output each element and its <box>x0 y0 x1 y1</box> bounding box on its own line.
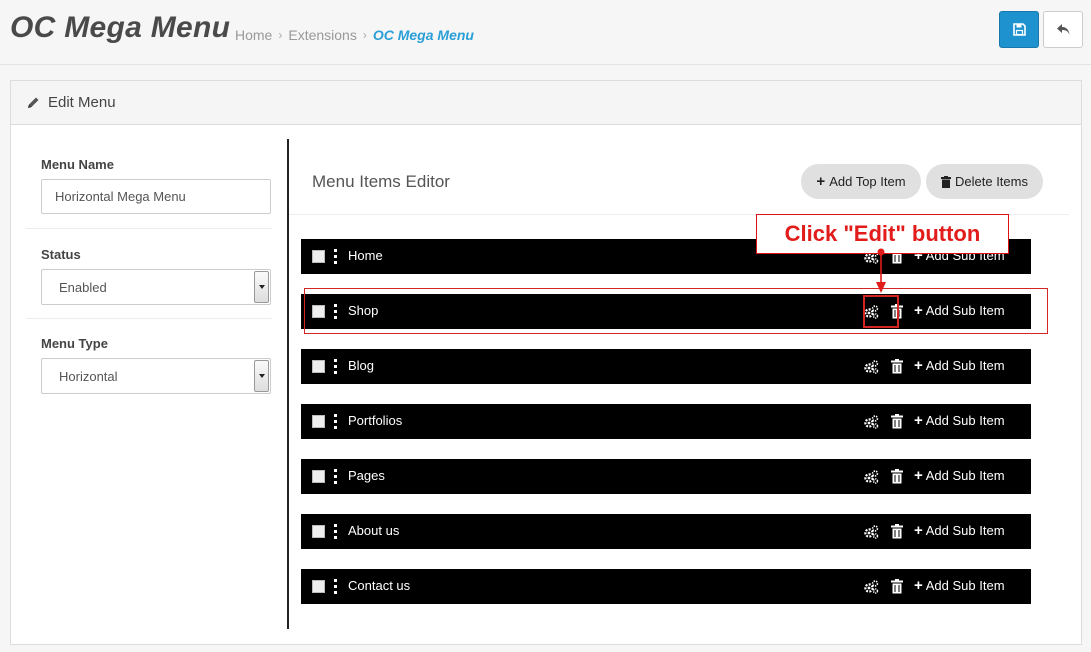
menu-item-label: Pages <box>348 468 385 483</box>
panel-heading-label: Edit Menu <box>48 94 116 111</box>
status-select[interactable]: Enabled <box>41 269 271 305</box>
menu-item-label: Shop <box>348 303 379 318</box>
breadcrumb-current[interactable]: OC Mega Menu <box>373 27 474 43</box>
gears-edit-icon[interactable] <box>863 469 879 485</box>
add-sub-item-label: Add Sub Item <box>925 578 1005 593</box>
panel-heading: Edit Menu <box>11 81 1081 125</box>
arrow-down-icon <box>876 248 886 293</box>
column-divider <box>287 139 289 629</box>
item-checkbox[interactable] <box>312 580 325 593</box>
add-sub-item-button[interactable]: + Add Sub Item <box>914 303 1005 318</box>
breadcrumb-home[interactable]: Home <box>235 27 272 43</box>
gears-edit-icon[interactable] <box>863 359 879 375</box>
menu-item-label: Contact us <box>348 578 411 593</box>
trash-icon[interactable] <box>891 469 903 484</box>
plus-icon: + <box>816 173 826 190</box>
item-checkbox[interactable] <box>312 415 325 428</box>
editor-title: Menu Items Editor <box>312 172 450 191</box>
delete-items-button[interactable]: Delete Items <box>926 164 1043 199</box>
page-title: OC Mega Menu <box>10 11 231 44</box>
drag-handle-icon[interactable] <box>334 249 337 264</box>
add-sub-item-button[interactable]: + Add Sub Item <box>914 358 1005 373</box>
gears-edit-icon[interactable] <box>863 414 879 430</box>
breadcrumb-separator: › <box>362 28 367 42</box>
chevron-down-icon[interactable] <box>254 360 269 392</box>
plus-icon: + <box>914 522 923 539</box>
menu-item-row[interactable]: Blog + Add Sub Item <box>301 349 1031 384</box>
reply-arrow-icon <box>1056 24 1069 35</box>
gears-edit-icon[interactable] <box>863 579 879 595</box>
chevron-down-icon[interactable] <box>254 271 269 303</box>
breadcrumb-extensions[interactable]: Extensions <box>288 27 356 43</box>
add-sub-item-label: Add Sub Item <box>925 358 1005 373</box>
delete-items-label: Delete Items <box>955 174 1028 189</box>
item-checkbox[interactable] <box>312 250 325 263</box>
status-label: Status <box>41 247 81 262</box>
breadcrumb-separator: › <box>278 28 283 42</box>
pencil-icon <box>26 96 40 110</box>
add-sub-item-label: Add Sub Item <box>925 468 1005 483</box>
add-top-item-button[interactable]: + Add Top Item <box>801 164 921 199</box>
status-select-value: Enabled <box>59 279 107 295</box>
add-sub-item-label: Add Sub Item <box>925 413 1005 428</box>
menu-item-row[interactable]: Contact us + Add Sub Item <box>301 569 1031 604</box>
item-checkbox[interactable] <box>312 525 325 538</box>
gears-edit-icon[interactable] <box>863 304 879 320</box>
menu-type-select-value: Horizontal <box>59 368 118 384</box>
add-sub-item-button[interactable]: + Add Sub Item <box>914 468 1005 483</box>
plus-icon: + <box>914 357 923 374</box>
menu-name-label: Menu Name <box>41 157 114 172</box>
save-button[interactable] <box>999 11 1039 48</box>
drag-handle-icon[interactable] <box>334 414 337 429</box>
gears-edit-icon[interactable] <box>863 524 879 540</box>
menu-item-row[interactable]: About us + Add Sub Item <box>301 514 1031 549</box>
menu-item-label: Portfolios <box>348 413 403 428</box>
menu-type-select[interactable]: Horizontal <box>41 358 271 394</box>
add-top-item-label: Add Top Item <box>829 174 906 189</box>
plus-icon: + <box>914 467 923 484</box>
menu-item-label: Blog <box>348 358 375 373</box>
menu-item-row[interactable]: Pages + Add Sub Item <box>301 459 1031 494</box>
page-header: OC Mega Menu Home › Extensions › OC Mega… <box>0 0 1091 65</box>
status-group: Status Enabled <box>26 229 272 319</box>
menu-name-group: Menu Name <box>26 139 272 229</box>
trash-icon[interactable] <box>891 414 903 429</box>
floppy-disk-icon <box>1012 23 1026 36</box>
menu-item-row[interactable]: Shop + Add Sub Item <box>301 294 1031 329</box>
menu-settings-form: Menu Name Status Enabled Menu Type Horiz… <box>26 139 272 394</box>
add-sub-item-label: Add Sub Item <box>925 303 1005 318</box>
drag-handle-icon[interactable] <box>334 579 337 594</box>
menu-item-label: About us <box>348 523 400 538</box>
back-button[interactable] <box>1043 11 1083 48</box>
item-checkbox[interactable] <box>312 360 325 373</box>
item-checkbox[interactable] <box>312 305 325 318</box>
menu-name-input[interactable] <box>41 179 271 214</box>
drag-handle-icon[interactable] <box>334 469 337 484</box>
breadcrumb: Home › Extensions › OC Mega Menu <box>235 27 474 43</box>
drag-handle-icon[interactable] <box>334 304 337 319</box>
trash-icon <box>941 175 951 188</box>
trash-icon[interactable] <box>891 304 903 319</box>
menu-item-row[interactable]: Portfolios + Add Sub Item <box>301 404 1031 439</box>
add-sub-item-button[interactable]: + Add Sub Item <box>914 523 1005 538</box>
plus-icon: + <box>914 577 923 594</box>
add-sub-item-label: Add Sub Item <box>925 523 1005 538</box>
add-sub-item-button[interactable]: + Add Sub Item <box>914 578 1005 593</box>
add-sub-item-button[interactable]: + Add Sub Item <box>914 413 1005 428</box>
plus-icon: + <box>914 302 923 319</box>
menu-item-label: Home <box>348 248 383 263</box>
menu-type-group: Menu Type Horizontal <box>26 319 272 394</box>
trash-icon[interactable] <box>891 579 903 594</box>
item-checkbox[interactable] <box>312 470 325 483</box>
drag-handle-icon[interactable] <box>334 359 337 374</box>
trash-icon[interactable] <box>891 359 903 374</box>
drag-handle-icon[interactable] <box>334 524 337 539</box>
menu-type-label: Menu Type <box>41 336 108 351</box>
trash-icon[interactable] <box>891 524 903 539</box>
plus-icon: + <box>914 412 923 429</box>
